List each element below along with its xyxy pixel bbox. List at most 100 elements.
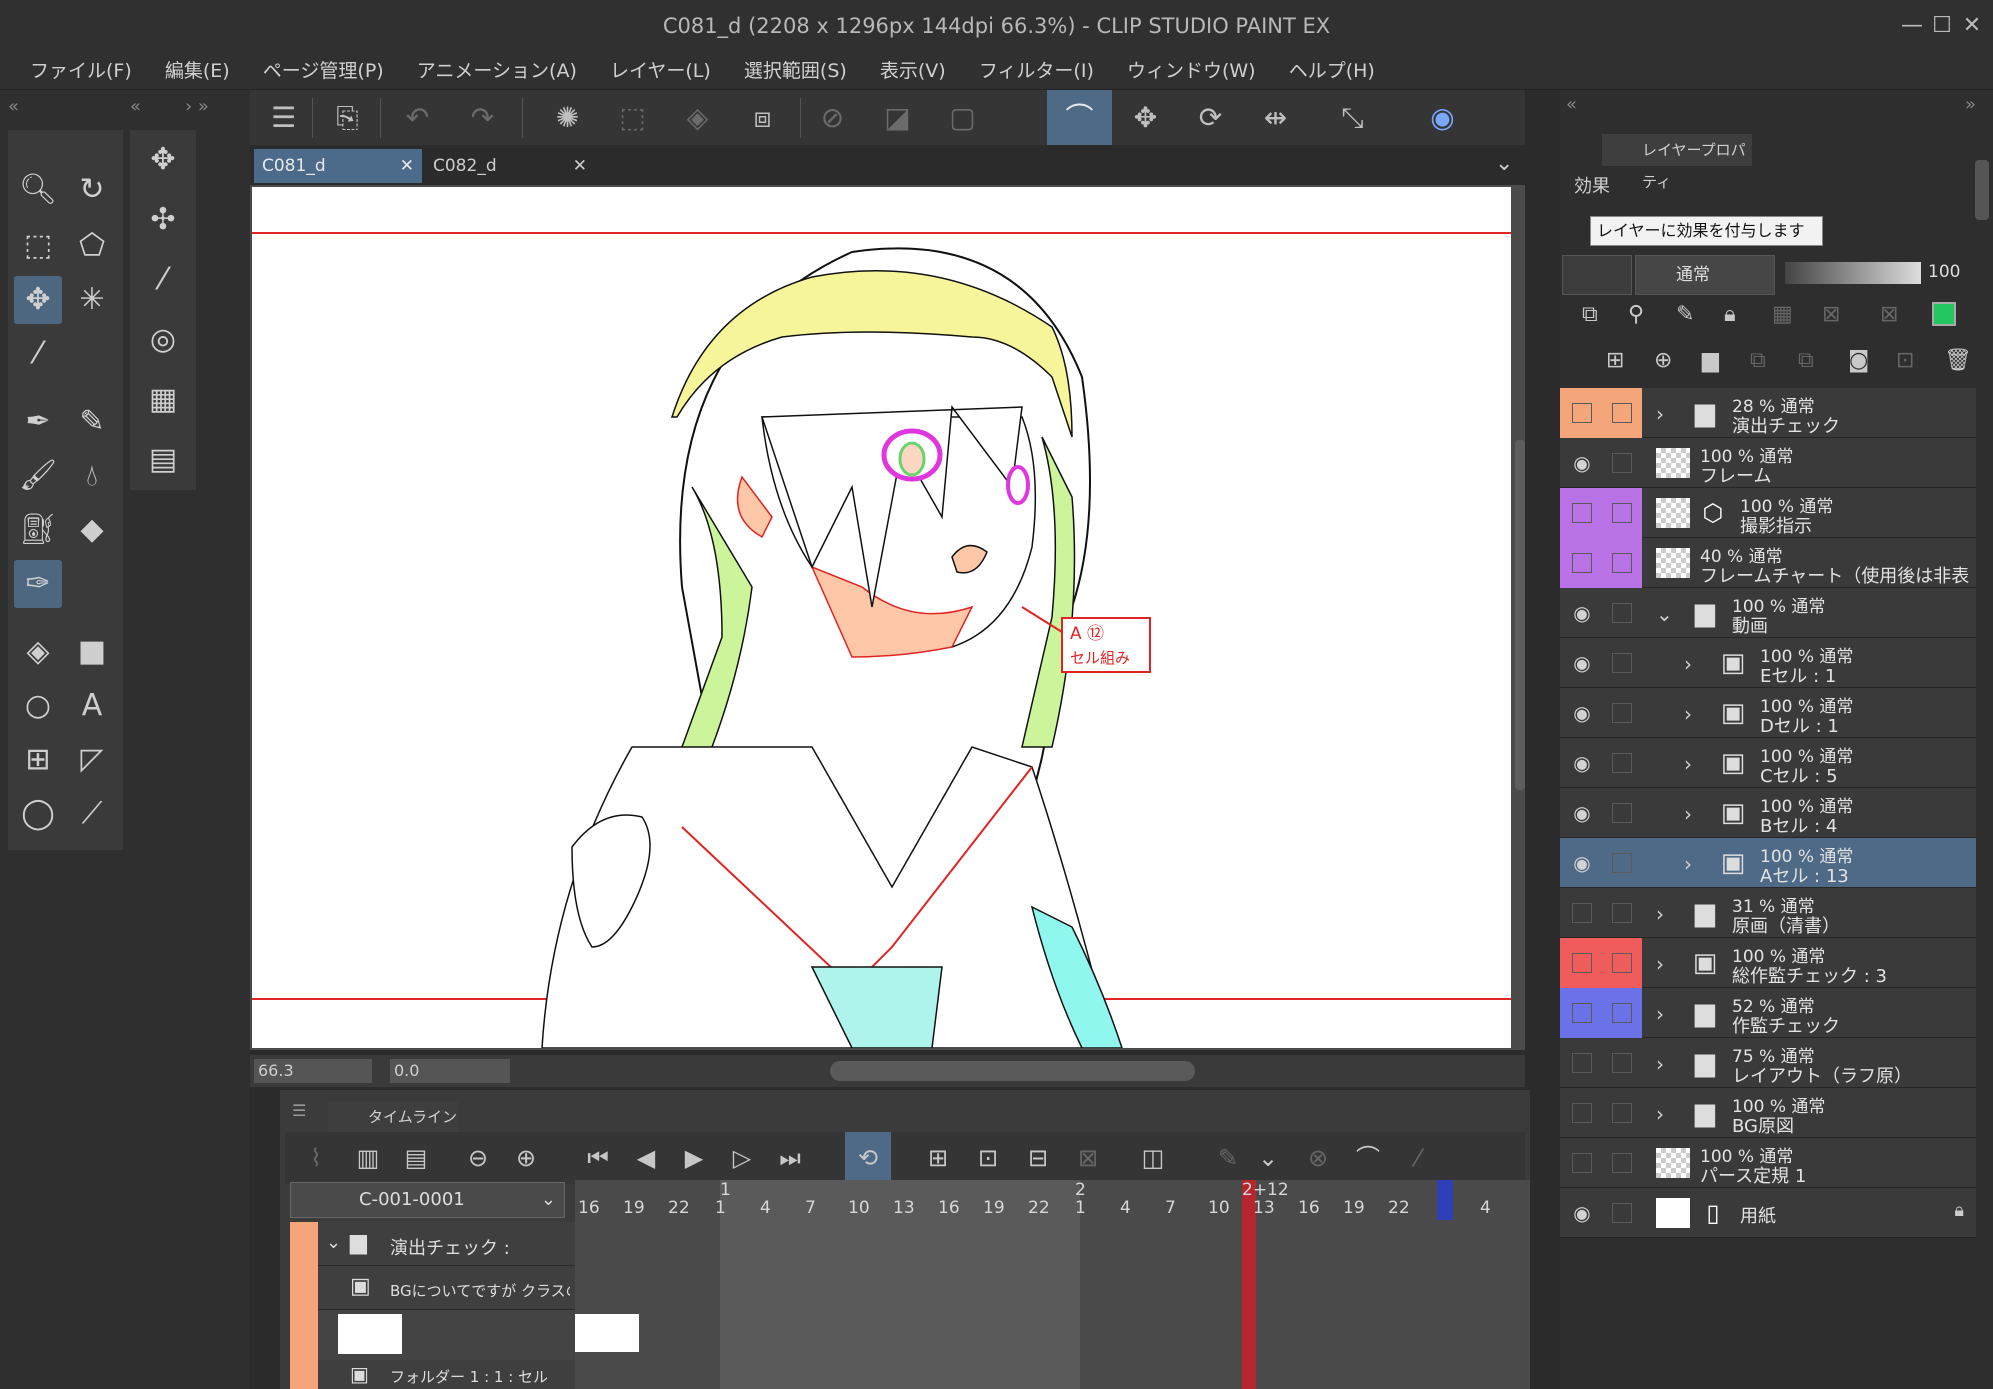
chevron-down-icon[interactable]: ⌄ (326, 1232, 341, 1253)
film-icon[interactable]: ▤ (139, 436, 187, 484)
eye-icon[interactable]: ◉ (1570, 451, 1594, 475)
expand-icon[interactable]: › (1656, 1102, 1664, 1126)
specify-cel-icon[interactable]: ⊟ (1015, 1132, 1061, 1184)
layer-row[interactable]: ⬡ 100 % 通常 撮影指示 (1560, 488, 1976, 538)
airbrush-icon[interactable]: ⛽︎ (14, 506, 62, 554)
balloon-tail-icon[interactable]: ⟋ (68, 790, 116, 838)
first-frame-icon[interactable]: ⏮ (575, 1132, 621, 1184)
layer-color-icon[interactable] (1932, 302, 1956, 326)
edit-lock-toggle[interactable] (1612, 753, 1632, 773)
edit-lock-toggle[interactable] (1612, 853, 1632, 873)
selection-rect-icon[interactable]: ⬚ (14, 222, 62, 270)
eye-icon[interactable]: ◉ (1570, 701, 1594, 725)
expand-icon[interactable]: › (1684, 652, 1692, 676)
visibility-toggle[interactable] (1572, 1053, 1592, 1073)
close-tab-icon[interactable]: ✕ (573, 149, 587, 183)
edit-lock-toggle[interactable] (1612, 803, 1632, 823)
layer-row[interactable]: ◉ ⌄ ▆ 100 % 通常 動画 (1560, 588, 1976, 638)
edit-lock-toggle[interactable] (1612, 553, 1632, 573)
pencil-track-icon[interactable]: ⁄ (1395, 1132, 1441, 1184)
loop-icon[interactable]: ⟲ (845, 1132, 891, 1184)
layer-row[interactable]: ◉ › ▣ 100 % 通常 Aセル : 13 (1560, 838, 1976, 888)
edit-timeline-icon[interactable]: ▤ (393, 1132, 439, 1184)
visibility-toggle[interactable] (1572, 503, 1592, 523)
layer-row[interactable]: › ▣ 100 % 通常 総作監チェック : 3 (1560, 938, 1976, 988)
last-frame-icon[interactable]: ⏭ (767, 1132, 813, 1184)
expand-icon[interactable]: › (1684, 702, 1692, 726)
undo-icon[interactable]: ↶ (390, 90, 445, 145)
clear-outside-icon[interactable]: ▢ (935, 90, 990, 145)
blend-mode-select[interactable]: 通常 (1635, 255, 1775, 295)
new-animation-folder-icon[interactable]: ⊞ (915, 1132, 961, 1184)
edit-lock-toggle[interactable] (1612, 1103, 1632, 1123)
expand-icon[interactable]: › (1684, 802, 1692, 826)
zoom-field[interactable]: 66.3 (254, 1059, 372, 1083)
menu-selection[interactable]: 選択範囲(S) (730, 52, 861, 90)
correct-line-icon[interactable]: ✑ (14, 560, 62, 608)
next-frame-icon[interactable]: ▷ (719, 1132, 765, 1184)
layer-mask-icon[interactable]: ◙ (1848, 348, 1869, 373)
cel-thumbnail[interactable] (575, 1314, 639, 1352)
zoom-icon[interactable]: 🔍︎ (14, 166, 62, 214)
collapse-icon[interactable]: » (1965, 94, 1976, 115)
layer-row[interactable]: › ▆ 28 % 通常 演出チェック (1560, 388, 1976, 438)
canvas-hscroll[interactable] (830, 1061, 1195, 1081)
text-icon[interactable]: A (68, 682, 116, 730)
opacity-value[interactable]: 100 (1928, 262, 1960, 282)
brush-icon[interactable]: 🖌︎ (14, 452, 62, 500)
prev-frame-icon[interactable]: ◀ (623, 1132, 669, 1184)
expand-icon[interactable]: › (1656, 902, 1664, 926)
expand-icon[interactable]: › (1656, 1002, 1664, 1026)
expand-icon[interactable]: › (1684, 852, 1692, 876)
light-table-icon[interactable]: ⌒ (1047, 90, 1112, 145)
layer-row[interactable]: ◉ › ▣ 100 % 通常 Eセル : 1 (1560, 638, 1976, 688)
layer-row[interactable]: › ▆ 31 % 通常 原画（清書） (1560, 888, 1976, 938)
select-all-icon[interactable]: ⬚ (605, 90, 660, 145)
maximize-icon[interactable]: ☐ (1925, 10, 1959, 42)
flip-icon[interactable]: ⇹ (1248, 90, 1303, 145)
redo-icon[interactable]: ↷ (455, 90, 510, 145)
canvas-vscroll[interactable] (1515, 440, 1525, 790)
transform-icon[interactable]: ⧈ (735, 90, 790, 145)
layer-row[interactable]: 40 % 通常 フレームチャート（使用後は非表示 (1560, 538, 1976, 588)
delete-cel-icon[interactable]: ⊠ (1065, 1132, 1111, 1184)
menu-file[interactable]: ファイル(F) (16, 52, 146, 90)
deselect-icon[interactable]: ⊘ (805, 90, 860, 145)
layer-row[interactable]: › ▆ 100 % 通常 BG原図 (1560, 1088, 1976, 1138)
loading-icon[interactable]: ✺ (540, 90, 595, 145)
reference-icon[interactable]: ⚲ (1628, 302, 1644, 327)
layer-row[interactable]: ◉ ▯ 用紙 🔒︎ (1560, 1188, 1976, 1238)
tone-pattern-icon[interactable]: ▦ (139, 376, 187, 424)
zoom-out-icon[interactable]: ⊖ (455, 1132, 501, 1184)
expand-icon[interactable]: › (1656, 402, 1664, 426)
zoom-in-icon[interactable]: ⊕ (503, 1132, 549, 1184)
track-row[interactable]: ▣ フォルダー 1 : 1 : セル (290, 1360, 575, 1389)
auto-select-icon[interactable]: ✳ (68, 276, 116, 324)
visibility-toggle[interactable] (1572, 903, 1592, 923)
layer-row[interactable]: 100 % 通常 パース定規 1 (1560, 1138, 1976, 1188)
merge-down-icon[interactable]: ⧉ (1798, 348, 1814, 373)
menu-animation[interactable]: アニメーション(A) (403, 52, 591, 90)
edit-lock-toggle[interactable] (1612, 903, 1632, 923)
new-vector-layer-icon[interactable]: ⊕ (1654, 348, 1672, 373)
expand-icon[interactable]: › (1656, 1052, 1664, 1076)
new-timeline-icon[interactable]: ▥ (345, 1132, 391, 1184)
rotate-icon[interactable]: ⟳ (1183, 90, 1238, 145)
collapse-subtool-icon[interactable]: « (130, 96, 141, 117)
layer-row[interactable]: ◉ 100 % 通常 フレーム (1560, 438, 1976, 488)
new-raster-layer-icon[interactable]: ⊞ (1606, 348, 1624, 373)
lock-icon[interactable]: 🔒︎ (1724, 302, 1736, 327)
edit-lock-toggle[interactable] (1612, 1203, 1632, 1223)
close-tab-icon[interactable]: ✕ (400, 149, 414, 183)
timeline-tab[interactable]: タイムライン (328, 1101, 458, 1133)
menu-view[interactable]: 表示(V) (866, 52, 960, 90)
tab-c081[interactable]: C081_d ✕ (254, 149, 422, 183)
new-folder-icon[interactable]: ▆ (1702, 348, 1719, 373)
menu-window[interactable]: ウィンドウ(W) (1113, 52, 1270, 90)
edit-lock-toggle[interactable] (1612, 1053, 1632, 1073)
object-icon[interactable]: ⬠ (68, 222, 116, 270)
balloon-icon[interactable]: ◯ (14, 790, 62, 838)
eye-icon[interactable]: ◉ (1570, 801, 1594, 825)
close-icon[interactable]: ✕ (1955, 10, 1989, 42)
visibility-toggle[interactable] (1572, 403, 1592, 423)
